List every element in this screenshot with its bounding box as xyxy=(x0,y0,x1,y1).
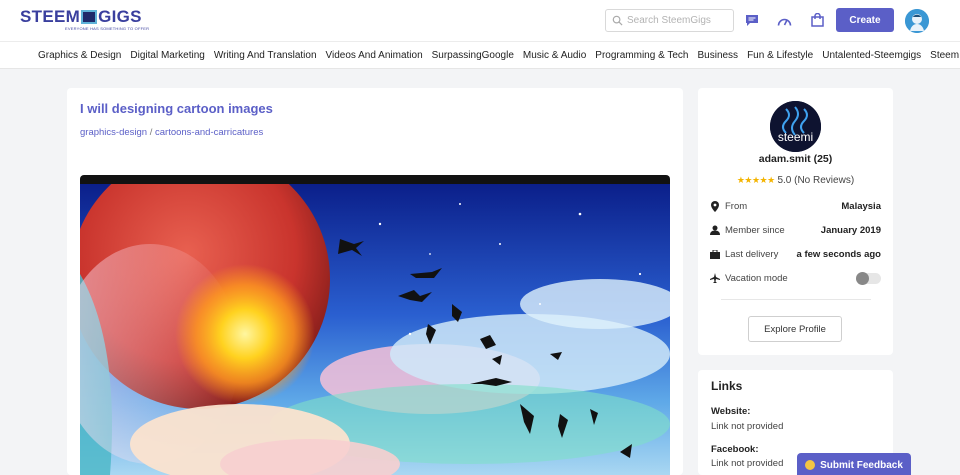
chat-icon[interactable] xyxy=(744,12,760,28)
breadcrumb-link-subcategory[interactable]: cartoons-and-carricatures xyxy=(155,127,263,138)
search-icon xyxy=(612,15,623,26)
user-avatar[interactable] xyxy=(905,9,929,33)
toggle-knob xyxy=(856,271,869,285)
profile-row-member-since: Member since January 2019 xyxy=(709,223,881,237)
profile-row-value: a few seconds ago xyxy=(796,248,881,260)
profile-row-vacation-mode: Vacation mode xyxy=(709,271,881,285)
map-pin-icon xyxy=(709,200,721,212)
rating-stars: ★★★★★ xyxy=(736,175,775,185)
logo-text-left: STEEM xyxy=(20,7,81,26)
facebook-label: Facebook: xyxy=(711,444,759,455)
seller-avatar[interactable]: steemi xyxy=(770,101,821,152)
plane-icon xyxy=(709,272,721,284)
category-link[interactable]: SurpassingGoogle xyxy=(432,50,514,61)
dashboard-icon[interactable] xyxy=(776,12,792,28)
seller-profile-card: steemi adam.smit (25) ★★★★★ 5.0 (No Revi… xyxy=(698,88,893,355)
profile-row-label: Vacation mode xyxy=(725,272,788,284)
category-link[interactable]: Business xyxy=(697,50,738,61)
profile-row-value: Malaysia xyxy=(841,200,881,212)
links-title: Links xyxy=(711,379,743,393)
search-input[interactable] xyxy=(627,15,727,26)
profile-row-label: Member since xyxy=(725,224,785,236)
profile-row-label: From xyxy=(725,200,748,212)
gig-title: I will designing cartoon images xyxy=(80,101,273,116)
seller-avatar-text: steemi xyxy=(778,130,813,144)
category-link[interactable]: Fun & Lifestyle xyxy=(747,50,813,61)
top-navbar: STEEM GIGS EVERYONE HAS SOMETHING TO OFF… xyxy=(0,0,960,42)
gig-image[interactable] xyxy=(80,175,670,475)
breadcrumb: graphics-design / cartoons-and-carricatu… xyxy=(80,127,263,138)
website-value: Link not provided xyxy=(711,421,784,432)
profile-row-from: From Malaysia xyxy=(709,199,881,213)
create-button[interactable]: Create xyxy=(836,8,894,32)
profile-divider xyxy=(721,299,871,300)
seller-rating: ★★★★★ 5.0 (No Reviews) xyxy=(698,175,893,186)
facebook-value: Link not provided xyxy=(711,458,784,469)
category-link[interactable]: Writing And Translation xyxy=(214,50,317,61)
shopping-bag-icon[interactable] xyxy=(809,12,825,28)
explore-profile-button[interactable]: Explore Profile xyxy=(748,316,842,342)
user-icon xyxy=(709,224,721,236)
cartoon-artwork xyxy=(80,184,670,475)
breadcrumb-link-category[interactable]: graphics-design xyxy=(80,127,147,138)
logo-text-right: GIGS xyxy=(98,7,142,26)
search-box[interactable] xyxy=(605,9,734,32)
submit-feedback-button[interactable]: Submit Feedback xyxy=(797,453,911,475)
logo-box-icon xyxy=(81,10,98,24)
category-link[interactable]: Graphics & Design xyxy=(38,50,121,61)
category-link[interactable]: Digital Marketing xyxy=(130,50,204,61)
profile-row-value: January 2019 xyxy=(820,224,881,236)
profile-row-last-delivery: Last delivery a few seconds ago xyxy=(709,247,881,261)
steemgigs-logo[interactable]: STEEM GIGS EVERYONE HAS SOMETHING TO OFF… xyxy=(20,7,149,34)
feedback-label: Submit Feedback xyxy=(820,459,903,471)
website-label: Website: xyxy=(711,406,751,417)
category-nav: Graphics & Design Digital Marketing Writ… xyxy=(0,42,960,69)
seller-name[interactable]: adam.smit (25) xyxy=(698,153,893,165)
briefcase-icon xyxy=(709,248,721,260)
rating-text: 5.0 (No Reviews) xyxy=(777,175,855,186)
profile-row-label: Last delivery xyxy=(725,248,779,260)
category-link[interactable]: Steem & Steemit xyxy=(930,50,960,61)
gig-card: I will designing cartoon images graphics… xyxy=(67,88,683,475)
category-link[interactable]: Untalented-Steemgigs xyxy=(822,50,921,61)
vacation-mode-toggle[interactable] xyxy=(856,271,881,285)
category-link[interactable]: Music & Audio xyxy=(523,50,586,61)
logo-tagline: EVERYONE HAS SOMETHING TO OFFER xyxy=(65,26,150,31)
breadcrumb-separator: / xyxy=(147,127,155,138)
category-link[interactable]: Videos And Animation xyxy=(326,50,423,61)
smiley-icon xyxy=(805,460,816,470)
category-link[interactable]: Programming & Tech xyxy=(595,50,688,61)
